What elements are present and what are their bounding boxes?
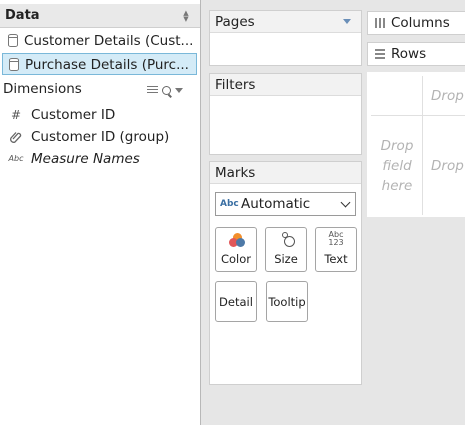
marks-card: Marks Abc Automatic Color Size Abc 123 T… (209, 161, 362, 385)
size-label: Size (274, 252, 298, 266)
rows-shelf[interactable]: Rows (367, 42, 465, 66)
filters-card-header: Filters (210, 74, 361, 96)
drop-line: field (382, 158, 412, 174)
pages-title: Pages (215, 14, 255, 30)
pages-card[interactable]: Pages (209, 10, 362, 66)
abc-icon: Abc (220, 199, 239, 209)
database-icon (9, 58, 19, 71)
color-label: Color (220, 252, 252, 266)
field-label: Customer ID (group) (31, 129, 170, 145)
mark-type-value: Automatic (241, 196, 311, 212)
chevron-down-icon (340, 197, 351, 208)
data-source-purchase-details[interactable]: Purchase Details (Purc... (2, 53, 197, 75)
tooltip-label: Tooltip (268, 295, 306, 309)
cards-area: Pages Filters Marks Abc Automatic Color … (201, 0, 365, 425)
field-label: Customer ID (31, 107, 116, 123)
tableau-workspace: Data ▲ ▼ Customer Details (Cust... Purcha… (0, 0, 465, 425)
dropdown-caret-icon[interactable] (343, 19, 351, 24)
field-customer-id[interactable]: # Customer ID (0, 104, 200, 126)
drop-zone-right[interactable]: Drop (431, 156, 464, 176)
text-label: Text (324, 252, 348, 266)
field-measure-names[interactable]: Abc Measure Names (0, 148, 200, 170)
search-icon[interactable] (162, 85, 171, 95)
field-label: Measure Names (31, 151, 140, 167)
text-icon-123: 123 (328, 238, 344, 247)
divider (371, 115, 465, 116)
marks-card-header: Marks (210, 162, 361, 184)
divider (422, 76, 423, 215)
data-pane-title: Data (5, 8, 40, 23)
size-button[interactable]: Size (265, 227, 307, 272)
number-icon: # (10, 108, 22, 122)
data-source-customer-details[interactable]: Customer Details (Cust... (2, 30, 197, 52)
drop-line: Drop (380, 138, 414, 154)
color-icon (229, 233, 245, 247)
detail-label: Detail (219, 295, 253, 309)
abc-icon: Abc (8, 154, 24, 163)
columns-label: Columns (391, 15, 450, 31)
menu-caret-icon[interactable] (175, 87, 183, 93)
detail-button[interactable]: Detail (215, 281, 257, 322)
drop-zone-top[interactable]: Drop (431, 86, 464, 106)
data-pane-header: Data ▲ ▼ (0, 4, 200, 28)
drop-field-here[interactable]: Drop field here (373, 136, 421, 196)
sort-icon[interactable]: ▲ ▼ (182, 10, 190, 23)
columns-shelf[interactable]: Columns (367, 11, 465, 35)
color-button[interactable]: Color (215, 227, 257, 272)
text-icon: Abc 123 (316, 231, 356, 247)
drop-line: here (381, 178, 413, 194)
rows-icon (375, 49, 385, 59)
filters-card[interactable]: Filters (209, 73, 362, 155)
dimensions-title: Dimensions (3, 81, 82, 97)
database-icon (8, 34, 18, 47)
mark-type-select[interactable]: Abc Automatic (215, 192, 356, 216)
size-icon (281, 232, 295, 247)
pages-card-header: Pages (210, 11, 361, 33)
view-canvas: Columns Rows Drop Drop field here Drop (365, 0, 465, 425)
field-customer-id-group[interactable]: Customer ID (group) (0, 126, 200, 148)
list-view-icon[interactable] (147, 85, 158, 95)
rows-label: Rows (391, 46, 427, 62)
columns-icon (375, 18, 385, 28)
viz-drop-area[interactable]: Drop Drop field here Drop (367, 72, 465, 217)
data-source-label: Customer Details (Cust... (24, 33, 194, 49)
data-pane: Data ▲ ▼ Customer Details (Cust... Purcha… (0, 0, 201, 425)
filters-title: Filters (215, 77, 256, 93)
text-button[interactable]: Abc 123 Text (315, 227, 357, 272)
marks-title: Marks (215, 165, 256, 181)
tooltip-button[interactable]: Tooltip (266, 281, 308, 322)
dimensions-tools (147, 84, 183, 96)
data-source-label: Purchase Details (Purc... (25, 57, 189, 73)
